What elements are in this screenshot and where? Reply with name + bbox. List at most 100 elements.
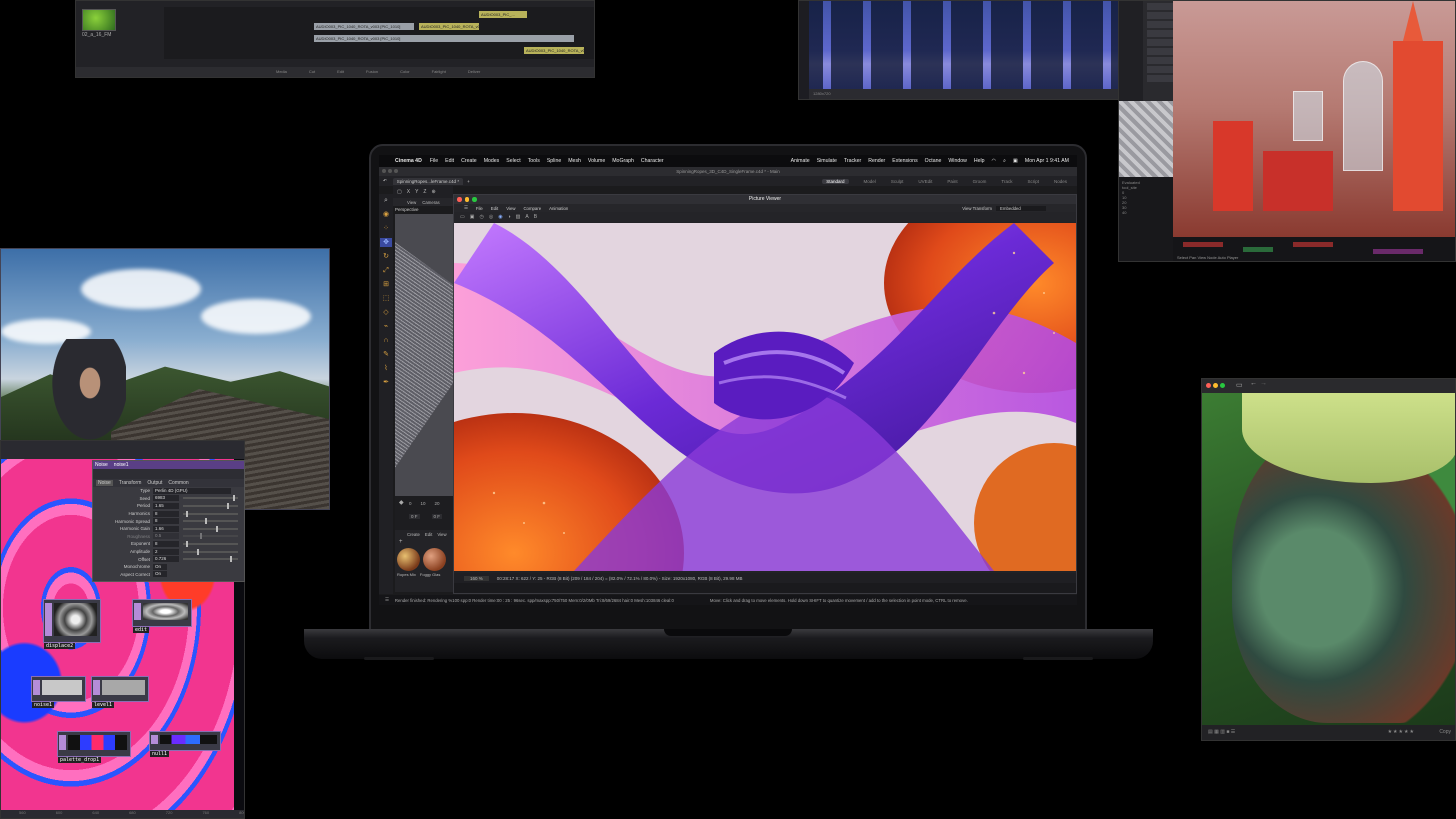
live-select-icon[interactable]: ◉ (383, 210, 389, 219)
undo-icon[interactable]: ↶ (383, 178, 387, 184)
copy-button[interactable]: Copy (1439, 725, 1451, 740)
3d-viewport[interactable] (1173, 1, 1455, 237)
tab-deliver[interactable]: Deliver (468, 67, 480, 77)
search-icon[interactable]: ⌕ (384, 196, 388, 205)
period-field[interactable]: 1.65 (153, 502, 179, 509)
rating-stars[interactable]: ★★★★★ (1388, 725, 1415, 740)
axis-y-icon[interactable]: Y (415, 189, 418, 195)
menu-mograph[interactable]: MoGraph (612, 158, 634, 164)
back-arrow-icon[interactable]: ← (1250, 380, 1257, 387)
node-noise1[interactable]: noise1 (31, 676, 86, 708)
layout-nodes[interactable]: Nodes (1054, 179, 1067, 184)
tab-noise[interactable]: Noise (96, 480, 113, 486)
layout-standard[interactable]: Standard (822, 178, 849, 184)
menu-animate[interactable]: Animate (791, 158, 810, 164)
pv-menu-view[interactable]: View (506, 206, 515, 211)
node-palette-drop1[interactable]: palette_drop1 (57, 731, 131, 763)
timeline-clip[interactable]: AUDIO003_PIC_1040_ROTA_v003 [PIC_1010] (314, 35, 574, 42)
bold-icon[interactable]: B (534, 214, 537, 220)
view-transform-dropdown[interactable]: Embedded (996, 205, 1046, 211)
contrast-icon[interactable]: ◑ (508, 214, 511, 220)
forward-arrow-icon[interactable]: → (1260, 380, 1267, 387)
end-frame-field[interactable]: 0 F (431, 514, 443, 519)
amplitude-field[interactable]: 2 (153, 548, 179, 555)
menu-select[interactable]: Select (506, 158, 520, 164)
viewport-menu-cameras[interactable]: Cameras (422, 200, 439, 205)
zoom-button[interactable] (472, 197, 477, 202)
render-preview-image[interactable] (454, 223, 1076, 571)
minimize-button[interactable] (388, 169, 392, 173)
rotate-tool-icon[interactable]: ↻ (383, 252, 389, 261)
menu-tools[interactable]: Tools (528, 158, 540, 164)
menu-extensions[interactable]: Extensions (892, 158, 917, 164)
magnet-icon[interactable]: ∩ (383, 336, 388, 345)
timeline-clip[interactable]: AUDIO003_PIC_1040_ROTA_v003 [PIC_1010] (419, 23, 479, 30)
knife-icon[interactable]: ⌁ (384, 322, 388, 331)
material-menu-edit[interactable]: Edit (425, 532, 432, 537)
viewport-menu-view[interactable]: View (407, 200, 416, 205)
node-edit[interactable]: edit (132, 599, 192, 633)
timeline-clip[interactable]: AUDIO003_PIC_1040_ROTA_v003 [PIC_1010] (524, 47, 584, 54)
exponent-slider[interactable] (183, 540, 238, 547)
sidebar-icon[interactable]: ▭ (1236, 381, 1243, 389)
harmonic-spread-field[interactable]: 8 (153, 518, 179, 525)
tab-media[interactable]: Media (276, 67, 287, 77)
node-level1[interactable]: level1 (91, 676, 149, 708)
exponent-field[interactable]: 8 (153, 540, 179, 547)
open-file-icon[interactable]: ▭ (460, 214, 465, 220)
node-strip[interactable]: Select Pan View Node Auto Player (1173, 237, 1455, 261)
amplitude-slider[interactable] (183, 548, 238, 555)
harmonic-gain-field[interactable]: 1.66 (153, 525, 179, 532)
pv-menu-edit[interactable]: Edit (491, 206, 498, 211)
keyframe-icon[interactable]: ◆ (399, 499, 404, 506)
close-button[interactable] (457, 197, 462, 202)
menu-create[interactable]: Create (461, 158, 477, 164)
search-icon[interactable]: ⌕ (1003, 158, 1006, 165)
add-material-icon[interactable]: + (399, 539, 403, 545)
harmonic-gain-slider[interactable] (183, 525, 238, 532)
filter-icon[interactable]: ◉ (498, 214, 502, 220)
current-frame-field[interactable]: 0 F (409, 514, 420, 519)
curve-graph-panel[interactable]: Evaluated tool_site 0 10 20 30 40 (1119, 177, 1173, 261)
tab-color[interactable]: Color (400, 67, 410, 77)
node-null1[interactable]: null1 (149, 731, 221, 757)
wifi-icon[interactable]: ◠ (992, 158, 997, 164)
menu-volume[interactable]: Volume (588, 158, 605, 164)
layout-uvedit[interactable]: UVEdit (918, 179, 932, 184)
document-tab[interactable]: SpinningRopes...leFrame.c4d * (392, 177, 464, 185)
timeline-tracks[interactable]: AUDIO003_PIC_... AUDIO003_PIC_1040_ROTA_… (164, 7, 594, 59)
menu-tracker[interactable]: Tracker (844, 158, 861, 164)
menu-file[interactable]: File (430, 158, 438, 164)
aspect-correct-toggle[interactable]: On (153, 571, 167, 578)
tab-output[interactable]: Output (147, 480, 162, 486)
type-dropdown[interactable]: Perlin 4D (GPU) (153, 487, 231, 494)
transform-icon[interactable]: ⊞ (383, 280, 389, 289)
paint-icon[interactable]: ✎ (383, 350, 389, 359)
menu-spline[interactable]: Spline (547, 158, 561, 164)
layout-model[interactable]: Model (864, 179, 876, 184)
timeline-panel[interactable]: ◆ 0 10 20 0 F 0 F (395, 496, 453, 530)
pv-menu-compare[interactable]: Compare (523, 206, 541, 211)
media-thumbnail[interactable] (82, 9, 116, 31)
menu-mesh[interactable]: Mesh (568, 158, 581, 164)
bevel-icon[interactable]: ◇ (383, 308, 388, 317)
pv-menu-file[interactable]: File (476, 206, 483, 211)
tab-edit[interactable]: Edit (337, 67, 344, 77)
menu-simulate[interactable]: Simulate (817, 158, 837, 164)
menu-edit[interactable]: Edit (445, 158, 454, 164)
menu-icon[interactable]: ☰ (464, 205, 468, 211)
harmonic-spread-slider[interactable] (183, 518, 238, 525)
layout-sculpt[interactable]: Sculpt (891, 179, 904, 184)
node-displace2[interactable]: displace2 (43, 599, 101, 649)
minimize-button[interactable] (1213, 383, 1218, 388)
operator-name[interactable]: noise1 (114, 461, 129, 469)
layout-script[interactable]: Script (1027, 179, 1039, 184)
monochrome-toggle[interactable]: On (153, 563, 167, 570)
material-swatch-ropes-mix[interactable] (397, 548, 420, 571)
axis-x-icon[interactable]: X (407, 189, 410, 195)
zoom-button[interactable] (394, 169, 398, 173)
layout-track[interactable]: Track (1001, 179, 1012, 184)
tab-fairlight[interactable]: Fairlight (432, 67, 446, 77)
seed-slider[interactable] (183, 495, 238, 502)
harmonics-field[interactable]: 8 (153, 510, 179, 517)
